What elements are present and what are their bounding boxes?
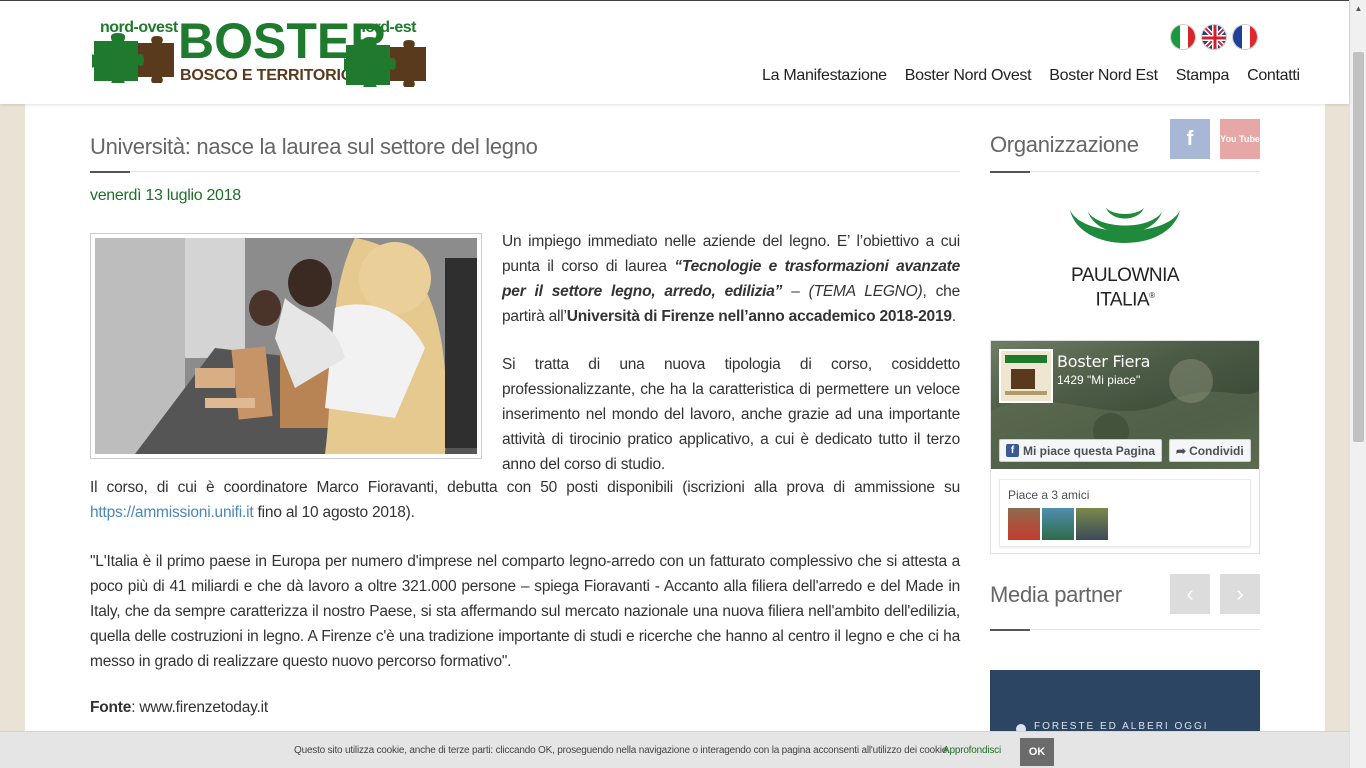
facebook-page-widget: Boster Fiera 1429 "Mi piace" f Mi piace …	[990, 340, 1260, 554]
friend-avatar[interactable]	[1076, 508, 1108, 540]
p1-tema-legno: – (TEMA LEGNO)	[782, 283, 923, 300]
organizzazione-heading: Organizzazione	[990, 132, 1139, 157]
cookie-more-link[interactable]: Approfondisci	[943, 745, 1001, 756]
cookie-message: Questo sito utilizza cookie, anche di te…	[294, 745, 950, 756]
facebook-icon[interactable]: f	[1170, 119, 1210, 159]
media-divider	[990, 629, 1260, 631]
students-wood-photo	[95, 238, 477, 454]
logo-subtitle: BOSCO E TERRITORIO	[180, 67, 354, 84]
friend-avatar[interactable]	[1008, 508, 1040, 540]
source-label: Fonte	[90, 699, 132, 716]
logo-tag-right: nord-est	[356, 19, 417, 36]
nav-boster-nord-est[interactable]: Boster Nord Est	[1049, 67, 1158, 85]
main-nav: La Manifestazione Boster Nord Ovest Bost…	[762, 67, 1318, 85]
site-header: nord-ovest BOSTER BOSCO E TERRITORIO nor…	[0, 0, 1349, 104]
puzzle-left-icon	[92, 33, 174, 83]
paulownia-logo[interactable]: PAULOWNIA ITALIA®	[1060, 204, 1190, 314]
scroll-up-icon[interactable]: ▲	[1350, 0, 1366, 17]
ammissioni-link[interactable]: https://ammissioni.unifi.it	[90, 504, 254, 521]
sponsor-line-1: PAULOWNIA	[1070, 265, 1180, 286]
chevron-right-icon[interactable]: ›	[1220, 574, 1260, 614]
article-photo	[90, 233, 482, 459]
p1-end: .	[951, 308, 956, 325]
paragraph-2: Si tratta di una nuova tipologia di cors…	[502, 356, 960, 473]
cookie-bar: Questo sito utilizza cookie, anche di te…	[0, 731, 1349, 768]
fb-logo-icon: f	[1006, 444, 1019, 457]
puzzle-right-icon	[344, 37, 426, 87]
fb-page-thumbnail[interactable]	[999, 349, 1053, 403]
sponsor-registered-mark: ®	[1149, 291, 1155, 300]
nav-contatti[interactable]: Contatti	[1247, 67, 1300, 85]
youtube-icon[interactable]: You Tube	[1220, 119, 1260, 159]
fb-share-label: Condividi	[1189, 443, 1244, 458]
sponsor-name: PAULOWNIA ITALIA®	[1060, 266, 1190, 310]
sponsor-line-2: ITALIA	[1095, 289, 1150, 311]
nav-la-manifestazione[interactable]: La Manifestazione	[762, 67, 887, 85]
media-carousel-controls: ‹ ›	[1170, 574, 1260, 614]
logo-tag-left: nord-ovest	[100, 19, 178, 36]
italian-flag-icon[interactable]	[1170, 24, 1196, 50]
p3-end: fino al 10 agosto 2018).	[253, 504, 415, 521]
paragraph-4: "L'Italia è il primo paese in Europa per…	[90, 553, 960, 670]
fb-friends-box: Piace a 3 amici	[999, 479, 1251, 547]
source-value: : www.firenzetoday.it	[131, 699, 268, 716]
paragraph-3: Il corso, di cui è coordinatore Marco Fi…	[90, 475, 960, 525]
fb-page-title[interactable]: Boster Fiera	[1057, 352, 1150, 371]
friend-avatar[interactable]	[1042, 508, 1074, 540]
paulownia-mark-icon	[1070, 208, 1180, 243]
boster-logo[interactable]: nord-ovest BOSTER BOSCO E TERRITORIO nor…	[92, 13, 428, 89]
social-links: f You Tube	[1170, 119, 1260, 159]
article-title: Università: nasce la laurea sul settore …	[90, 134, 538, 159]
uk-flag-icon[interactable]	[1201, 24, 1227, 50]
fb-like-page-button[interactable]: f Mi piace questa Pagina	[999, 439, 1163, 462]
cookie-ok-button[interactable]: OK	[1020, 738, 1054, 766]
chevron-left-icon[interactable]: ‹	[1170, 574, 1210, 614]
scroll-thumb[interactable]	[1353, 52, 1364, 442]
p1-university: Università di Firenze nell’anno accademi…	[566, 308, 952, 325]
paragraph-1: Un impiego immediato nelle aziende del l…	[502, 229, 960, 329]
nav-boster-nord-ovest[interactable]: Boster Nord Ovest	[905, 67, 1032, 85]
article-source: Fonte: www.firenzetoday.it	[90, 695, 960, 720]
french-flag-icon[interactable]	[1232, 24, 1258, 50]
fb-friends-label: Piace a 3 amici	[1008, 488, 1090, 502]
title-divider	[90, 171, 960, 173]
content-panel: Università: nasce la laurea sul settore …	[25, 104, 1325, 768]
article-date: venerdì 13 luglio 2018	[90, 187, 241, 204]
media-partner-heading: Media partner	[990, 582, 1122, 607]
fb-likes-count: 1429 "Mi piace"	[1057, 373, 1141, 387]
language-selector	[1170, 24, 1258, 50]
fb-like-label: Mi piace questa Pagina	[1023, 443, 1156, 458]
fb-share-button[interactable]: ➦ Condividi	[1169, 439, 1251, 462]
p3-intro: Il corso, di cui è coordinatore Marco Fi…	[90, 479, 960, 496]
org-divider	[990, 171, 1260, 173]
page-scrollbar[interactable]: ▲	[1349, 0, 1366, 768]
share-arrow-icon: ➦	[1176, 443, 1187, 458]
nav-stampa[interactable]: Stampa	[1176, 67, 1230, 85]
